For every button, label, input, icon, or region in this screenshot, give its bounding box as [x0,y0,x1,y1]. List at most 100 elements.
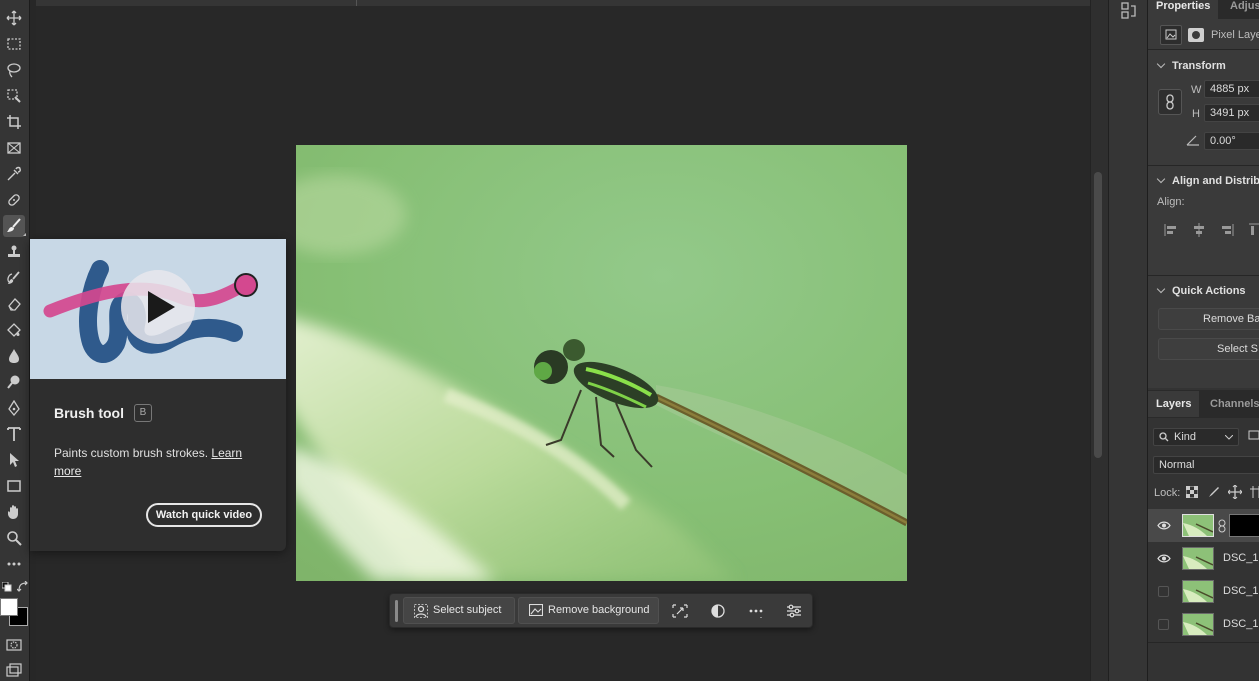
layer-row[interactable]: DSC_19 [1148,608,1259,641]
layer-thumbnail[interactable] [1182,514,1214,537]
layer-thumbnail[interactable] [1182,613,1214,636]
right-panels: Properties Adjus Pixel Laye Transform W … [1148,0,1259,681]
more-options-icon[interactable] [746,601,766,621]
align-right-icon[interactable] [1220,223,1234,240]
tooltip-title: Brush tool [54,405,124,421]
mask-icon[interactable] [1188,28,1204,42]
align-top-icon[interactable] [1248,223,1259,240]
screen-mode-icon[interactable] [3,660,25,681]
visibility-toggle[interactable] [1158,586,1169,597]
layer-thumbnail[interactable] [1182,580,1214,603]
tab-properties[interactable]: Properties [1148,0,1219,19]
hand-tool-icon[interactable] [3,501,25,523]
path-selection-tool-icon[interactable] [3,449,25,471]
align-left-icon[interactable] [1164,223,1178,240]
swap-colors-icon[interactable] [16,580,29,596]
layer-thumbnail[interactable] [1182,547,1214,570]
watch-quick-video-button[interactable]: Watch quick video [146,503,262,527]
lock-artboard-icon[interactable] [1250,486,1259,501]
adjustment-layer-icon[interactable] [708,601,728,621]
layer-row[interactable]: DSC_19 [1148,575,1259,608]
foreground-color-swatch[interactable] [0,598,18,616]
history-brush-tool-icon[interactable] [3,267,25,289]
layer-row[interactable]: DSC_19 [1148,542,1259,575]
layer-mask-thumbnail[interactable] [1229,514,1259,537]
marquee-tool-icon[interactable] [3,33,25,55]
quick-actions-section-title[interactable]: Quick Actions [1156,285,1246,297]
lasso-tool-icon[interactable] [3,59,25,81]
dodge-tool-icon[interactable] [3,371,25,393]
angle-field[interactable]: 0.00° [1204,132,1259,150]
transform-selection-icon[interactable] [670,601,690,621]
select-subject-icon [414,604,428,618]
chevron-down-icon [1225,435,1233,440]
remove-background-button[interactable]: Remove background [518,597,659,624]
blend-mode-select[interactable]: Normal [1153,456,1259,474]
document-image[interactable] [296,145,907,581]
align-label: Align: [1157,196,1185,208]
gradient-tool-icon[interactable] [3,319,25,341]
tab-layers[interactable]: Layers [1148,391,1200,417]
link-icon[interactable] [1218,519,1226,533]
layer-filter-select[interactable]: Kind [1153,428,1239,446]
shortcut-badge: B [134,404,152,422]
crop-tool-icon[interactable] [3,111,25,133]
filter-image-icon[interactable] [1248,429,1259,444]
panel-dock-strip [1108,0,1148,681]
lock-pixels-icon[interactable] [1207,486,1219,501]
select-subject-quick-button[interactable]: Select S [1158,338,1259,360]
vertical-scroll-thumb[interactable] [1094,172,1102,458]
layer-name[interactable]: DSC_19 [1223,618,1259,630]
taskbar-settings-icon[interactable] [784,601,804,621]
healing-brush-tool-icon[interactable] [3,189,25,211]
taskbar-drag-handle[interactable] [395,600,398,622]
tooltip-description-text: Paints custom brush strokes. [54,446,209,460]
pen-tool-icon[interactable] [3,397,25,419]
eye-icon[interactable] [1157,521,1171,530]
brush-tool-tooltip: Brush tool B Paints custom brush strokes… [30,239,286,551]
lock-transparent-icon[interactable] [1185,485,1199,501]
tab-channels[interactable]: Channels [1202,391,1259,417]
tab-adjustments[interactable]: Adjus [1222,0,1259,19]
pixel-layer-icon[interactable] [1160,25,1182,45]
eyedropper-tool-icon[interactable] [3,163,25,185]
clone-stamp-tool-icon[interactable] [3,241,25,263]
zoom-tool-icon[interactable] [3,527,25,549]
quick-mask-icon[interactable] [3,634,25,656]
link-dimensions-icon[interactable] [1158,89,1182,115]
pixel-layer-label: Pixel Laye [1211,29,1259,41]
visibility-toggle[interactable] [1158,619,1169,630]
select-subject-button[interactable]: Select subject [403,597,515,624]
object-selection-tool-icon[interactable] [3,85,25,107]
remove-background-quick-button[interactable]: Remove Bac [1158,308,1259,330]
layer-filter-value: Kind [1174,431,1197,443]
rectangle-tool-icon[interactable] [3,475,25,497]
layer-name[interactable]: DSC_19 [1223,585,1259,597]
layer-name[interactable]: DSC_19 [1223,552,1259,564]
brush-tool-icon[interactable] [3,215,26,237]
eraser-tool-icon[interactable] [3,293,25,315]
move-tool-icon[interactable] [3,7,25,29]
layer-row[interactable] [1148,509,1259,542]
frame-tool-icon[interactable] [3,137,25,159]
width-field[interactable]: 4885 px [1204,80,1259,98]
lock-position-icon[interactable] [1227,484,1243,502]
eye-icon[interactable] [1157,554,1171,563]
lock-label: Lock: [1154,487,1181,499]
default-colors-icon[interactable] [1,581,12,595]
width-label: W [1191,84,1202,96]
divider [1148,165,1259,166]
transform-section-title[interactable]: Transform [1156,60,1226,72]
tooltip-description: Paints custom brush strokes. Learn more [54,444,264,480]
remove-background-label: Remove background [548,604,650,616]
align-center-icon[interactable] [1192,223,1206,240]
brush-tool-preview-video[interactable] [30,239,286,379]
angle-icon [1186,134,1200,149]
more-tools-icon[interactable] [3,553,25,575]
type-tool-icon[interactable] [3,423,25,445]
image-icon [529,604,543,616]
height-field[interactable]: 3491 px [1204,104,1259,122]
align-section-title[interactable]: Align and Distribu [1156,175,1259,187]
history-panel-icon[interactable] [1121,2,1137,23]
blur-tool-icon[interactable] [3,345,25,367]
